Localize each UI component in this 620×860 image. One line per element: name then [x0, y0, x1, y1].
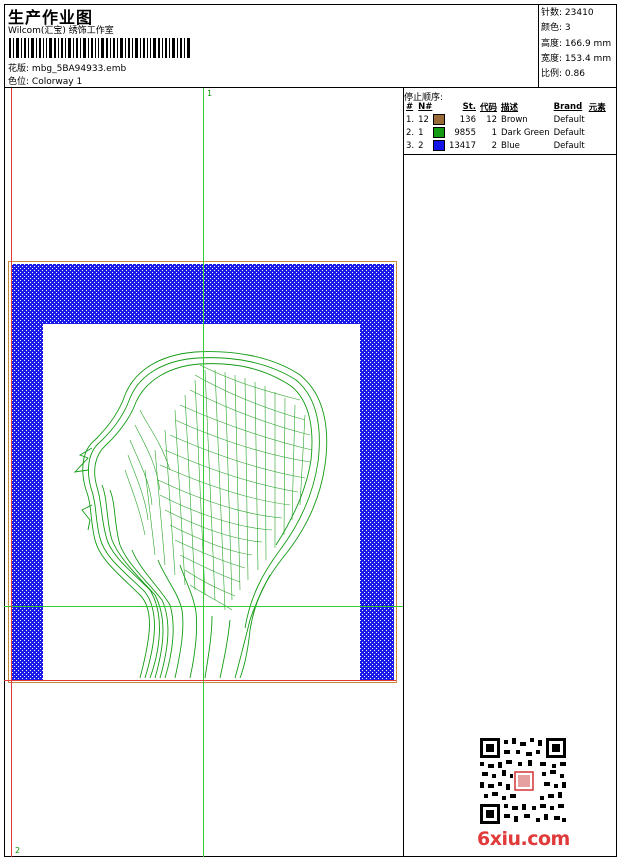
head-fill: [124, 364, 313, 611]
head-embroidery: [73, 351, 328, 679]
end-marker: 2: [15, 846, 21, 855]
watermark-site: 6xiu.com: [477, 828, 570, 850]
hoop-outline: [8, 261, 397, 683]
qr-code: [480, 738, 566, 824]
design-canvas: [4, 88, 403, 857]
start-marker: 1: [207, 89, 213, 98]
blue-frame: [11, 264, 394, 681]
